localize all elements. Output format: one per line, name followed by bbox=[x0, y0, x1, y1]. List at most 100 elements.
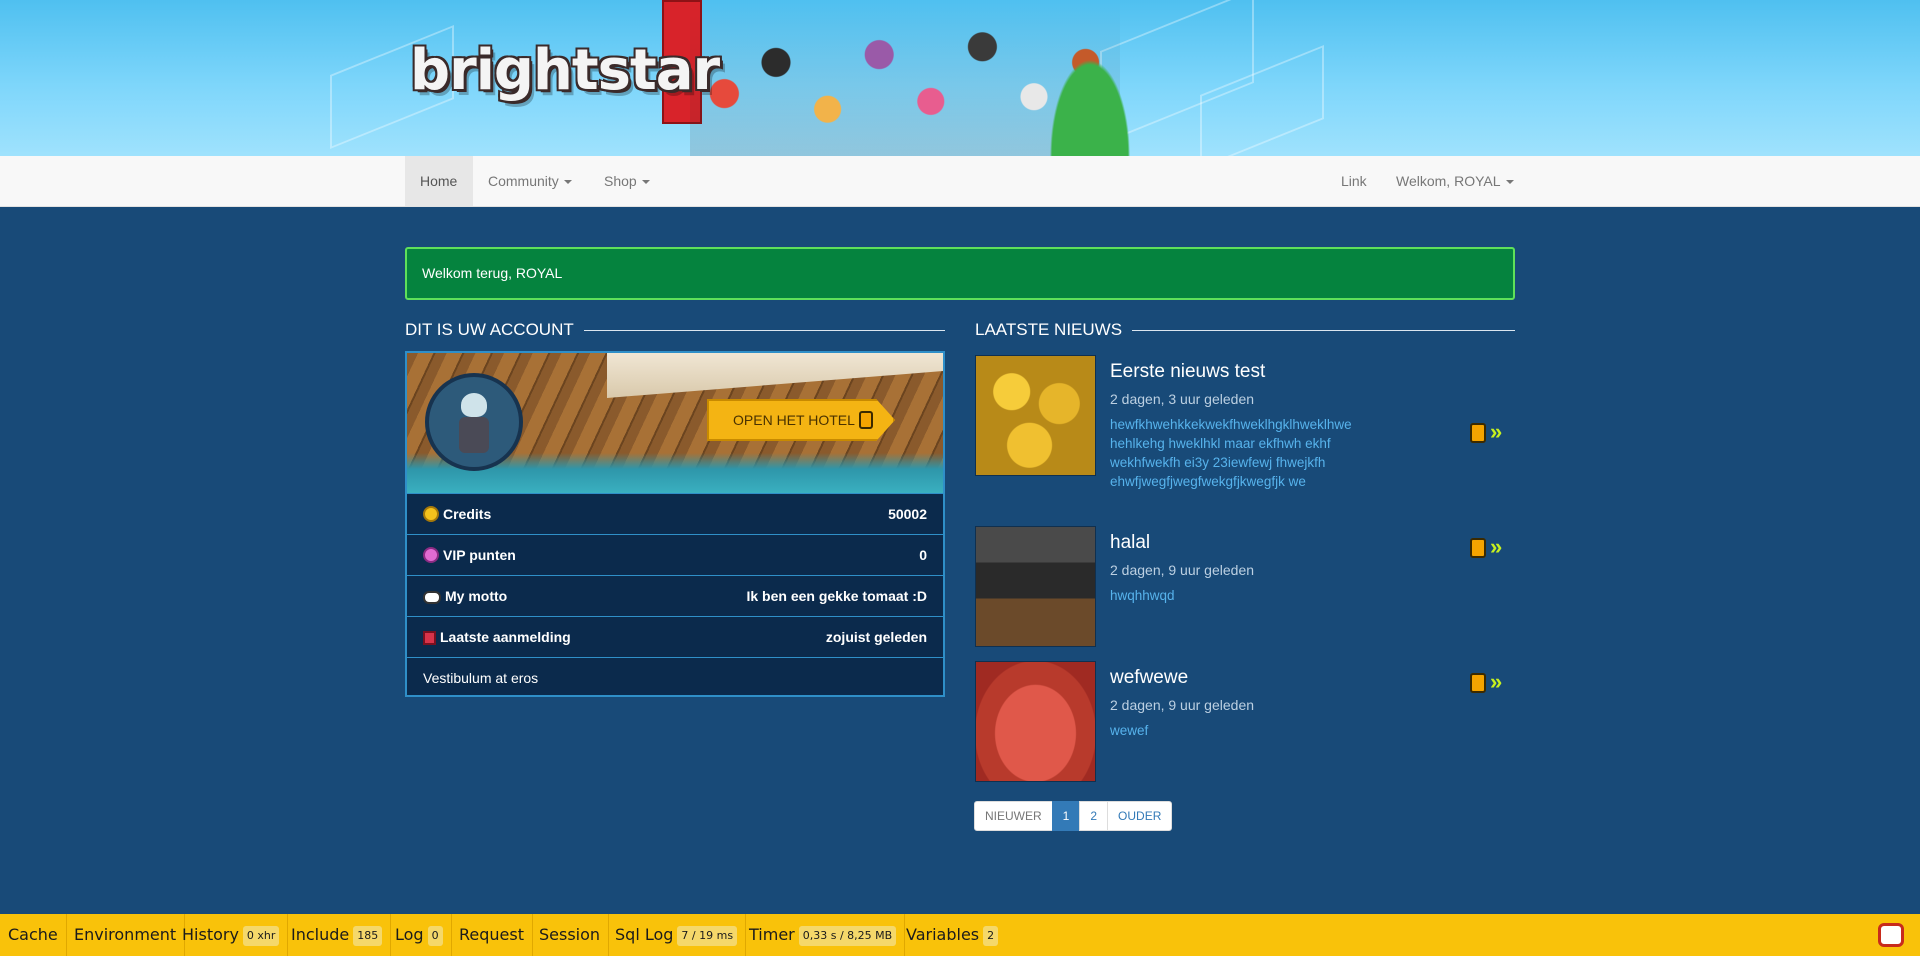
nav-community-label: Community bbox=[488, 173, 559, 189]
double-chevron-right-icon[interactable]: » bbox=[1490, 421, 1503, 443]
speech-bubble-icon bbox=[423, 591, 441, 604]
pagination-page-1[interactable]: 1 bbox=[1051, 801, 1081, 831]
caret-down-icon bbox=[641, 180, 650, 185]
debug-label: Request bbox=[459, 925, 524, 944]
news-item: wefwewe 2 dagen, 9 uur geleden wewef » bbox=[975, 661, 1515, 782]
news-thumbnail[interactable] bbox=[975, 661, 1096, 782]
news-excerpt[interactable]: hwqhhwqd bbox=[1110, 586, 1380, 605]
nav-user-dropdown[interactable]: Welkom, ROYAL bbox=[1381, 156, 1529, 206]
nav-community-dropdown[interactable]: Community bbox=[473, 156, 587, 206]
calendar-icon bbox=[423, 631, 436, 645]
debug-label: Session bbox=[539, 925, 601, 944]
account-row-motto: My motto Ik ben een gekke tomaat :D bbox=[407, 575, 943, 615]
hotel-bag-icon bbox=[859, 411, 873, 429]
debug-label: Include bbox=[291, 925, 350, 944]
debug-badge: 2 bbox=[983, 925, 999, 946]
debug-session[interactable]: Session bbox=[531, 914, 610, 956]
debug-label: Cache bbox=[8, 925, 58, 944]
debug-label: Variables bbox=[906, 925, 980, 944]
debug-include[interactable]: Include 185 bbox=[283, 914, 392, 956]
open-hotel-button[interactable]: OPEN HET HOTEL bbox=[707, 399, 895, 441]
account-row-label: Laatste aanmelding bbox=[423, 617, 571, 657]
bag-icon bbox=[1470, 423, 1486, 443]
news-heading: LAATSTE NIEUWS bbox=[975, 318, 1515, 342]
debug-badge: 185 bbox=[353, 925, 383, 946]
bag-icon bbox=[1470, 673, 1486, 693]
account-heading-text: DIT IS UW ACCOUNT bbox=[405, 320, 574, 339]
nav-home-label: Home bbox=[420, 173, 458, 189]
account-row-vip: VIP punten 0 bbox=[407, 534, 943, 574]
double-chevron-right-icon[interactable]: » bbox=[1490, 536, 1503, 558]
debug-environment[interactable]: Environment bbox=[66, 914, 186, 956]
debug-label: Log bbox=[395, 925, 424, 944]
news-pagination: NIEUWER 1 2 OUDER bbox=[974, 801, 1173, 831]
account-row-label: My motto bbox=[423, 576, 507, 616]
debug-history[interactable]: History 0 xhr bbox=[174, 914, 289, 956]
news-date: 2 dagen, 3 uur geleden bbox=[1110, 391, 1255, 407]
news-thumbnail[interactable] bbox=[975, 526, 1096, 647]
debugbar-logo-icon[interactable] bbox=[1878, 923, 1904, 947]
account-heading: DIT IS UW ACCOUNT bbox=[405, 318, 945, 342]
last-login-label: Laatste aanmelding bbox=[440, 629, 571, 645]
news-excerpt[interactable]: hewfkhwehkkekwekfhweklhgklhweklhwe hehlk… bbox=[1110, 415, 1380, 491]
avatar bbox=[425, 373, 523, 471]
debug-sql-log[interactable]: Sql Log 7 / 19 ms bbox=[607, 914, 747, 956]
heading-divider bbox=[583, 329, 945, 331]
last-login-value: zojuist geleden bbox=[825, 629, 927, 645]
debug-log[interactable]: Log 0 bbox=[387, 914, 452, 956]
debug-request[interactable]: Request bbox=[451, 914, 533, 956]
account-hero-image: OPEN HET HOTEL bbox=[407, 353, 943, 493]
news-read-more[interactable]: » bbox=[1470, 536, 1514, 560]
welcome-alert-text: Welkom terug, ROYAL bbox=[422, 265, 563, 281]
account-row-label: Credits bbox=[423, 494, 491, 534]
account-row-last-login: Laatste aanmelding zojuist geleden bbox=[407, 616, 943, 656]
news-excerpt[interactable]: wewef bbox=[1110, 721, 1380, 740]
credits-value: 50002 bbox=[888, 506, 927, 522]
account-footer-text: Vestibulum at eros bbox=[423, 670, 539, 686]
heading-divider bbox=[1132, 329, 1515, 331]
debug-timer[interactable]: Timer 0,33 s / 8,25 MB bbox=[741, 914, 906, 956]
debug-badge: 0 bbox=[427, 925, 443, 946]
debug-label: Timer bbox=[749, 925, 795, 944]
news-date: 2 dagen, 9 uur geleden bbox=[1110, 697, 1255, 713]
debug-badge: 7 / 19 ms bbox=[677, 925, 738, 946]
nav-link-label: Link bbox=[1341, 173, 1367, 189]
pagination-page-2[interactable]: 2 bbox=[1079, 801, 1109, 831]
debug-toolbar: Cache Environment History 0 xhr Include 18… bbox=[0, 914, 1920, 956]
motto-value: Ik ben een gekke tomaat :D bbox=[746, 588, 927, 604]
nav-shop-dropdown[interactable]: Shop bbox=[589, 156, 665, 206]
open-hotel-label: OPEN HET HOTEL bbox=[733, 412, 855, 428]
pagination-newer[interactable]: NIEUWER bbox=[974, 801, 1053, 831]
vip-value: 0 bbox=[919, 547, 927, 563]
account-row-footer: Vestibulum at eros bbox=[407, 657, 943, 697]
news-read-more[interactable]: » bbox=[1470, 421, 1514, 445]
account-row-credits: Credits 50002 bbox=[407, 493, 943, 533]
nav-shop-label: Shop bbox=[604, 173, 637, 189]
debug-label: Environment bbox=[74, 925, 177, 944]
news-heading-text: LAATSTE NIEUWS bbox=[975, 320, 1123, 339]
nav-home[interactable]: Home bbox=[405, 156, 473, 206]
news-thumbnail[interactable] bbox=[975, 355, 1096, 476]
debug-variables[interactable]: Variables 2 bbox=[898, 914, 1006, 956]
news-date: 2 dagen, 9 uur geleden bbox=[1110, 562, 1255, 578]
nav-link[interactable]: Link bbox=[1326, 156, 1382, 206]
avatar-body bbox=[459, 417, 489, 453]
navbar: Home Community Shop Link Welkom, ROYAL bbox=[0, 156, 1920, 207]
motto-label: My motto bbox=[445, 588, 508, 604]
diamond-icon bbox=[423, 547, 439, 563]
site-logo[interactable]: brightstar bbox=[410, 38, 720, 103]
news-title[interactable]: Eerste nieuws test bbox=[1110, 361, 1265, 383]
welcome-alert: Welkom terug, ROYAL bbox=[405, 247, 1515, 300]
credits-label: Credits bbox=[443, 506, 492, 522]
news-read-more[interactable]: » bbox=[1470, 671, 1514, 695]
news-title[interactable]: wefwewe bbox=[1110, 667, 1188, 689]
coin-icon bbox=[423, 506, 439, 522]
double-chevron-right-icon[interactable]: » bbox=[1490, 671, 1503, 693]
pagination-older[interactable]: OUDER bbox=[1107, 801, 1173, 831]
caret-down-icon bbox=[1505, 180, 1514, 185]
debug-cache[interactable]: Cache bbox=[0, 914, 67, 956]
hero-wall-graphic bbox=[607, 353, 943, 398]
debug-badge: 0,33 s / 8,25 MB bbox=[798, 925, 897, 946]
header-banner: brightstar bbox=[0, 0, 1920, 156]
news-title[interactable]: halal bbox=[1110, 532, 1150, 554]
